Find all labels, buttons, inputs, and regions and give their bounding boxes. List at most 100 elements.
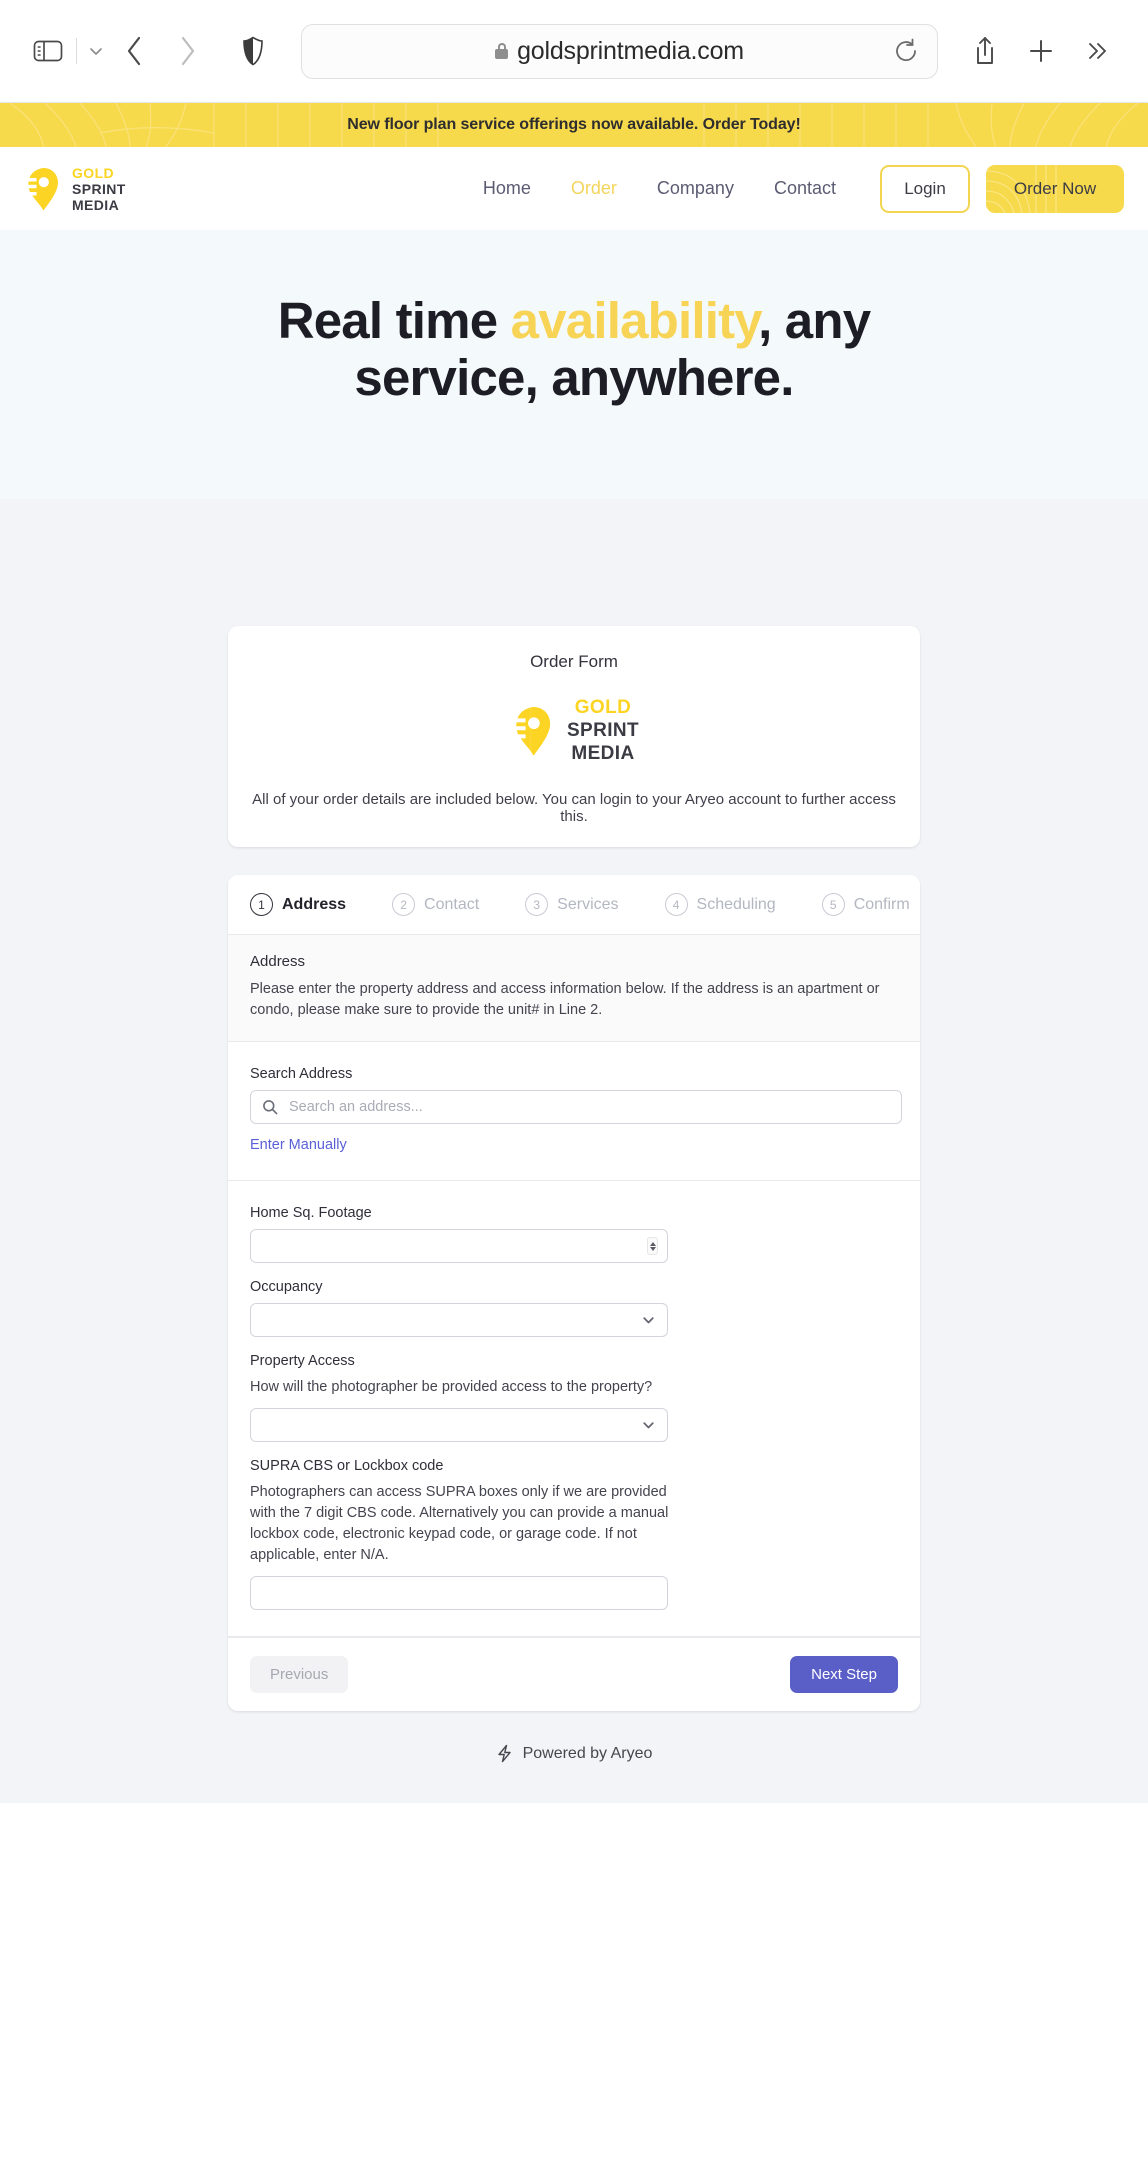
nav-item-order[interactable]: Order bbox=[571, 178, 617, 199]
next-step-button[interactable]: Next Step bbox=[790, 1656, 898, 1694]
property-access-group: Property Access How will the photographe… bbox=[250, 1353, 898, 1443]
supra-cbs-input[interactable] bbox=[250, 1576, 668, 1611]
login-button[interactable]: Login bbox=[880, 164, 970, 213]
wizard-step-services[interactable]: 3 Services bbox=[525, 893, 619, 916]
search-address-label: Search Address bbox=[250, 1066, 353, 1083]
chevron-down-icon[interactable] bbox=[83, 36, 109, 66]
step-label: Services bbox=[557, 895, 619, 913]
nav-item-company[interactable]: Company bbox=[657, 178, 734, 199]
gold-sprint-pin-icon bbox=[516, 706, 551, 756]
browser-toolbar: goldsprintmedia.com bbox=[0, 0, 1148, 103]
chevron-down-icon bbox=[641, 1418, 656, 1433]
primary-nav: Home Order Company Contact bbox=[483, 178, 836, 199]
occupancy-group: Occupancy bbox=[250, 1279, 898, 1338]
plus-icon[interactable] bbox=[1016, 31, 1066, 71]
lock-icon bbox=[495, 43, 509, 59]
order-logo-gold-text: GOLD bbox=[574, 697, 632, 718]
home-sq-footage-label: Home Sq. Footage bbox=[250, 1205, 372, 1222]
order-now-label: Order Now bbox=[1013, 178, 1097, 198]
site-logo[interactable]: GOLD SPRINT MEDIA bbox=[22, 165, 126, 213]
back-arrow-icon[interactable] bbox=[109, 31, 161, 71]
logo-media-text: MEDIA bbox=[72, 196, 120, 213]
step-label: Confirm bbox=[853, 895, 910, 913]
property-access-select[interactable] bbox=[250, 1408, 668, 1443]
reload-icon[interactable] bbox=[893, 38, 919, 64]
powered-by-footer: Powered by Aryeo bbox=[228, 1744, 920, 1763]
header-actions: Login Order Now bbox=[880, 164, 1124, 213]
occupancy-label: Occupancy bbox=[250, 1279, 323, 1296]
nav-item-contact[interactable]: Contact bbox=[774, 178, 836, 199]
logo-wordmark: GOLD SPRINT MEDIA bbox=[72, 166, 126, 212]
step-number: 3 bbox=[525, 893, 549, 916]
order-form-intro-card: Order Form GOLD SPRINT MEDIA All of your… bbox=[228, 626, 920, 847]
logo-gold-text: GOLD bbox=[72, 164, 115, 181]
nav-item-home[interactable]: Home bbox=[483, 178, 531, 199]
announcement-banner[interactable]: New floor plan service offerings now ava… bbox=[0, 103, 1148, 147]
toolbar-divider bbox=[76, 38, 77, 64]
property-access-help: How will the photographer be provided ac… bbox=[250, 1379, 653, 1396]
property-access-label: Property Access bbox=[250, 1353, 355, 1370]
order-form-title: Order Form bbox=[530, 652, 618, 671]
sidebar-toggle-icon[interactable] bbox=[28, 34, 68, 68]
supra-cbs-help: Photographers can access SUPRA boxes onl… bbox=[250, 1484, 669, 1564]
search-address-panel: Search Address Enter Manually bbox=[228, 1042, 920, 1182]
forward-arrow-icon[interactable] bbox=[161, 31, 213, 71]
wizard-steps: 1 Address 2 Contact 3 Services 4 Schedul… bbox=[228, 875, 920, 935]
hero-heading: Real time availability, any service, any… bbox=[278, 292, 871, 406]
address-section-header: Address Please enter the property addres… bbox=[228, 935, 920, 1043]
order-now-button[interactable]: Order Now bbox=[986, 164, 1124, 213]
hero-text-highlight: availability bbox=[510, 292, 759, 349]
section-description: Please enter the property address and ac… bbox=[250, 981, 880, 1019]
step-number: 2 bbox=[392, 893, 416, 916]
home-sq-footage-group: Home Sq. Footage bbox=[250, 1205, 898, 1264]
supra-cbs-group: SUPRA CBS or Lockbox code Photographers … bbox=[250, 1458, 898, 1611]
step-number: 5 bbox=[821, 893, 845, 916]
page-body: Order Form GOLD SPRINT MEDIA All of your… bbox=[0, 499, 1148, 1804]
order-logo-sprint-text: SPRINT bbox=[566, 720, 640, 741]
hero-text-post: , any bbox=[758, 292, 871, 349]
step-label: Scheduling bbox=[696, 895, 776, 913]
wizard-step-confirm[interactable]: 5 Confirm bbox=[821, 893, 910, 916]
order-logo-media-text: MEDIA bbox=[571, 743, 635, 764]
number-stepper-icon[interactable] bbox=[647, 1237, 658, 1256]
chevron-down-icon bbox=[641, 1313, 656, 1328]
step-label: Contact bbox=[424, 895, 480, 913]
address-bar[interactable]: goldsprintmedia.com bbox=[301, 23, 938, 79]
wizard-step-address[interactable]: 1 Address bbox=[250, 893, 346, 916]
previous-button[interactable]: Previous bbox=[250, 1656, 349, 1694]
announcement-text: New floor plan service offerings now ava… bbox=[347, 116, 801, 133]
wizard-step-contact[interactable]: 2 Contact bbox=[392, 893, 479, 916]
wizard-step-scheduling[interactable]: 4 Scheduling bbox=[664, 893, 776, 916]
logo-sprint-text: SPRINT bbox=[72, 180, 126, 197]
hero-text-pre: Real time bbox=[277, 292, 511, 349]
site-header: GOLD SPRINT MEDIA Home Order Company Con… bbox=[0, 147, 1148, 230]
search-icon bbox=[262, 1099, 278, 1115]
order-form-logo: GOLD SPRINT MEDIA bbox=[252, 698, 896, 763]
home-sq-footage-input[interactable] bbox=[250, 1229, 668, 1264]
order-form-logo-wordmark: GOLD SPRINT MEDIA bbox=[567, 698, 639, 763]
form-container: Order Form GOLD SPRINT MEDIA All of your… bbox=[228, 626, 920, 1763]
order-wizard: 1 Address 2 Contact 3 Services 4 Schedul… bbox=[228, 875, 920, 1712]
share-icon[interactable] bbox=[960, 31, 1010, 71]
search-address-wrapper bbox=[250, 1090, 902, 1125]
step-label: Address bbox=[282, 895, 347, 913]
hero-section: Real time availability, any service, any… bbox=[0, 230, 1148, 499]
powered-by-text: Powered by Aryeo bbox=[522, 1744, 653, 1762]
section-heading: Address bbox=[250, 953, 306, 970]
order-form-subtitle: All of your order details are included b… bbox=[252, 791, 896, 825]
property-details-panel: Home Sq. Footage Occupancy Property Acce… bbox=[228, 1181, 920, 1638]
chevron-double-right-icon[interactable] bbox=[1074, 31, 1120, 71]
hero-text-line2: service, anywhere. bbox=[354, 349, 794, 407]
step-number: 1 bbox=[250, 893, 273, 916]
enter-manually-link[interactable]: Enter Manually bbox=[250, 1137, 347, 1153]
url-text: goldsprintmedia.com bbox=[517, 36, 744, 65]
supra-cbs-label: SUPRA CBS or Lockbox code bbox=[250, 1458, 444, 1475]
gold-sprint-pin-icon bbox=[28, 167, 58, 210]
occupancy-select[interactable] bbox=[250, 1303, 668, 1338]
step-number: 4 bbox=[664, 893, 688, 916]
shield-icon[interactable] bbox=[227, 31, 279, 71]
search-address-input[interactable] bbox=[250, 1090, 902, 1125]
wizard-footer: Previous Next Step bbox=[228, 1637, 920, 1712]
lightning-bolt-icon bbox=[496, 1744, 513, 1763]
address-bar-content: goldsprintmedia.com bbox=[495, 37, 744, 66]
